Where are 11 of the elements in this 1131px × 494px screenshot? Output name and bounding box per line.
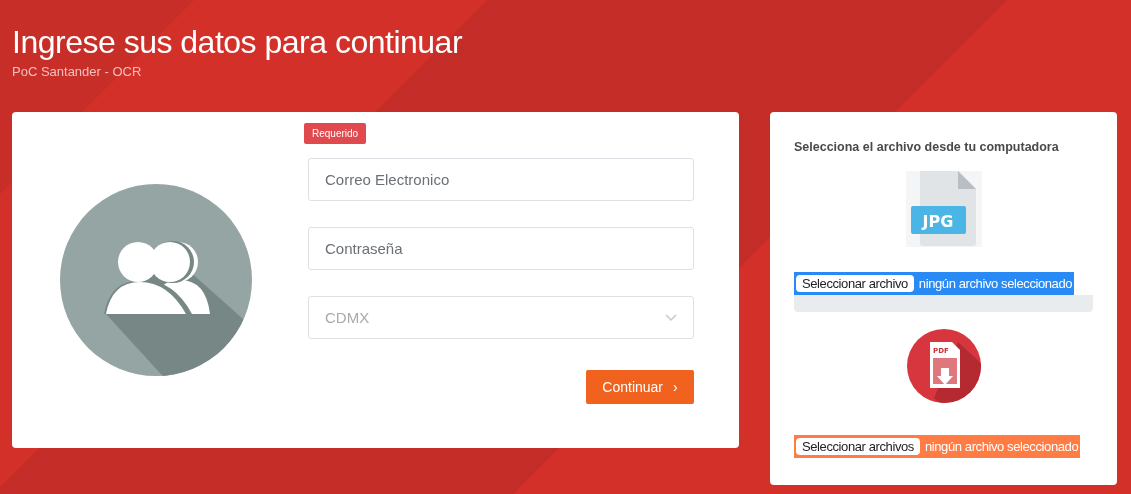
users-icon bbox=[60, 184, 252, 376]
chevron-down-icon bbox=[665, 313, 677, 322]
jpg-file-icon: JPG bbox=[906, 171, 982, 247]
required-tooltip: Requerido bbox=[304, 123, 367, 144]
upload-heading: Selecciona el archivo desde tu computadora bbox=[794, 140, 1060, 154]
email-field[interactable]: Correo Electronico bbox=[308, 158, 694, 201]
file-input[interactable]: Seleccionar archivo ningún archivo seleccionado bbox=[794, 272, 1075, 295]
password-field[interactable]: Contraseña bbox=[308, 227, 694, 270]
page-subtitle: PoC Santander - OCR bbox=[12, 64, 143, 79]
page-title: Ingrese sus datos para continuar bbox=[12, 23, 464, 62]
file-input[interactable]: Seleccionar archivos ningún archivo seleccionado bbox=[794, 435, 1081, 458]
